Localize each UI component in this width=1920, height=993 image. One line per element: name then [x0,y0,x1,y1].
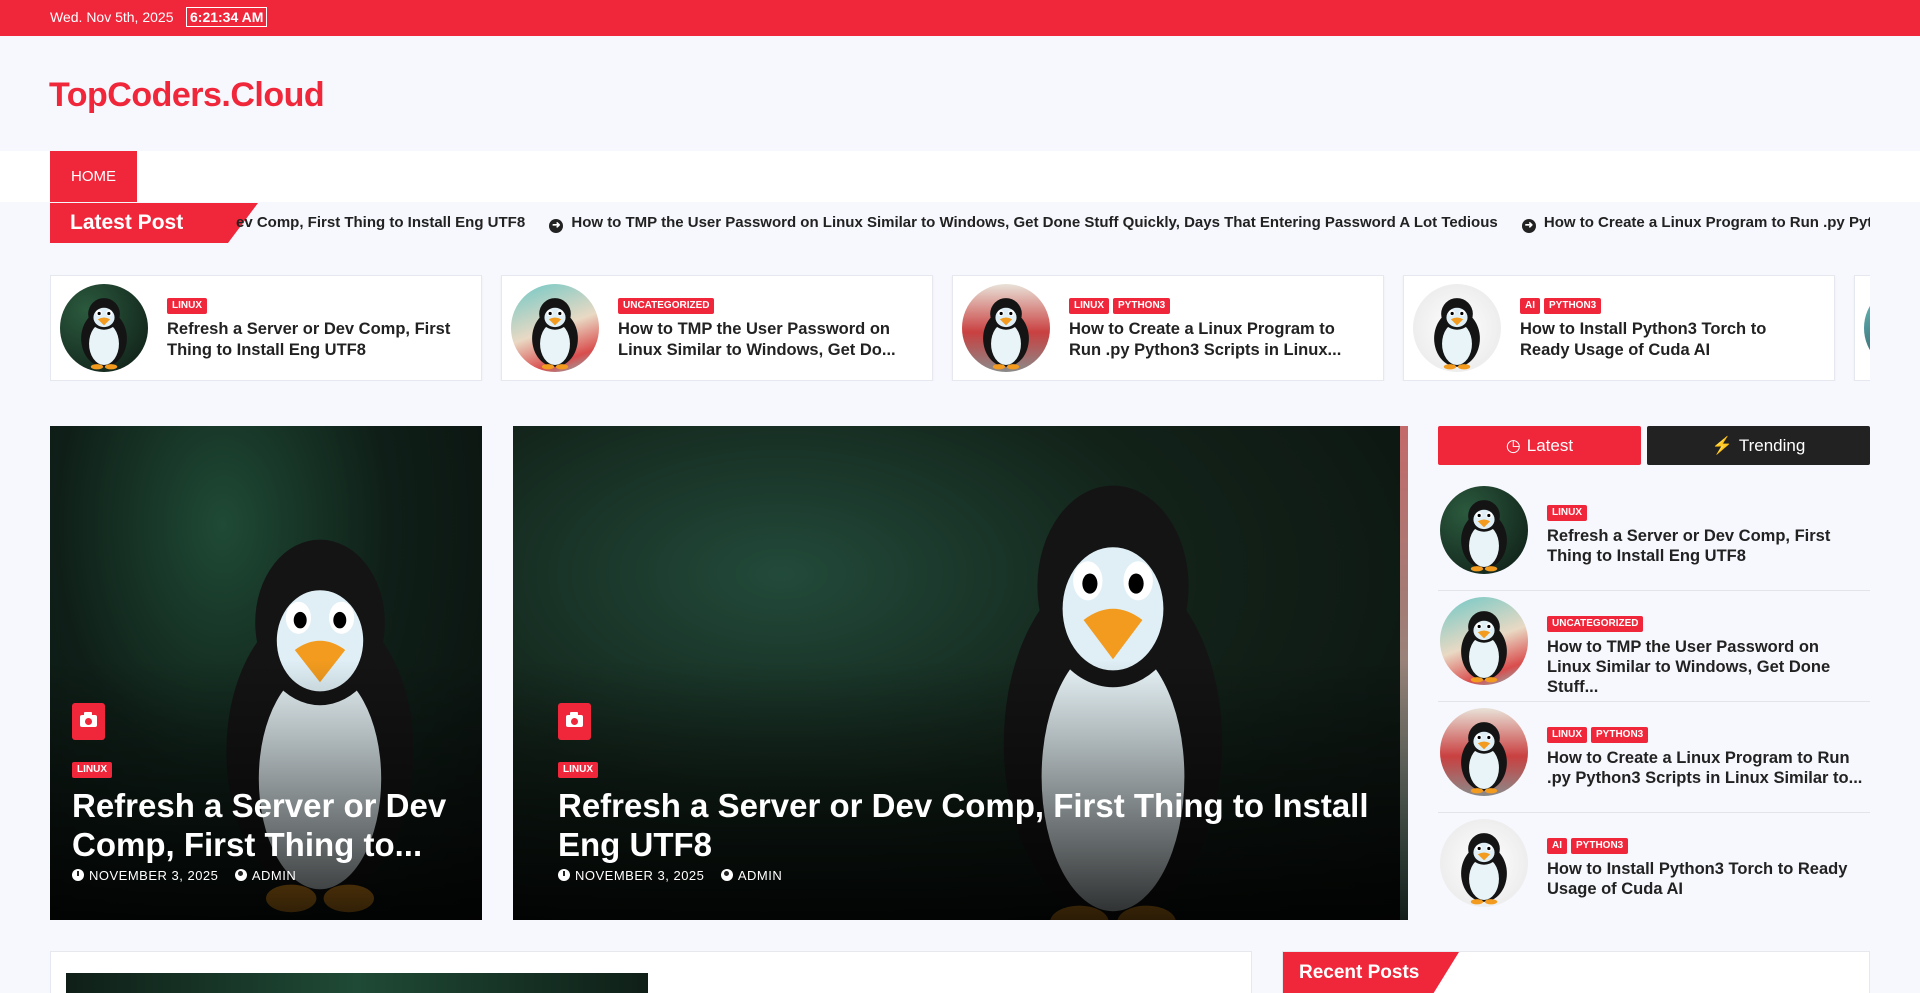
bolt-icon: ⚡ [1711,436,1733,455]
post-date[interactable]: NOVEMBER 3, 2025 [89,868,218,883]
ticker-item[interactable]: ➜ How to TMP the User Password on Linux S… [549,203,1498,243]
ticker-track: ev Comp, First Thing to Install Eng UTF8… [236,203,1870,243]
category-tag[interactable]: LINUX [1547,727,1587,743]
arrow-circle-right-icon: ➜ [1521,219,1536,233]
post-thumbnail[interactable] [1440,597,1528,685]
camera-icon [558,703,591,740]
current-time: 6:21:34 AM [186,7,268,27]
post-card[interactable]: LINUX Refresh a Server or Dev Comp, Firs… [50,275,482,381]
category-tag[interactable]: LINUX [558,762,598,778]
post-title[interactable]: How to TMP the User Password on Linux Si… [618,319,908,361]
ticker-item[interactable]: ev Comp, First Thing to Install Eng UTF8 [236,203,525,243]
post-title[interactable]: How to TMP the User Password on Linux Si… [1547,637,1867,697]
post-thumbnail[interactable] [60,284,148,372]
post-thumbnail[interactable] [1440,486,1528,574]
post-title[interactable]: How to Create a Linux Program to Run .py… [1069,319,1359,361]
post-thumbnail[interactable] [1413,284,1501,372]
category-tag[interactable]: UNCATEGORIZED [618,298,715,314]
post-title[interactable]: How to Install Python3 Torch to Ready Us… [1520,319,1810,361]
post-card[interactable]: UNCATEGORIZED How to TMP the User Passwo… [501,275,933,381]
category-tag[interactable]: AI [1520,298,1540,314]
list-item[interactable]: UNCATEGORIZED How to TMP the User Passwo… [1438,591,1870,702]
category-tag[interactable]: LINUX [1547,505,1587,521]
list-item[interactable]: AI PYTHON3 How to Install Python3 Torch t… [1438,813,1870,924]
camera-icon [72,703,105,740]
ticker-item[interactable]: ➜ How to Create a Linux Program to Run .p… [1521,203,1870,243]
category-tag[interactable]: PYTHON3 [1544,298,1602,314]
category-tag[interactable]: UNCATEGORIZED [1547,616,1644,632]
featured-post-card[interactable]: LINUX Refresh a Server or Dev Comp, Firs… [50,426,482,920]
post-author[interactable]: ADMIN [252,868,296,883]
current-date: Wed. Nov 5th, 2025 [50,9,174,25]
clock-icon [558,869,570,881]
category-tag[interactable]: LINUX [1069,298,1109,314]
list-item[interactable]: LINUX Refresh a Server or Dev Comp, Firs… [1438,480,1870,591]
post-thumbnail[interactable] [1440,708,1528,796]
post-meta: NOVEMBER 3, 2025 ADMIN [558,868,782,883]
sidebar-tabs: ◷ Latest ⚡ Trending [1438,426,1870,465]
user-icon [720,869,733,881]
post-card[interactable]: LINUX PYTHON3 How to Create a Linux Progr… [952,275,1384,381]
clock-icon: ◷ [1505,436,1521,455]
category-tag[interactable]: AI [1547,838,1567,854]
category-tag[interactable]: PYTHON3 [1113,298,1171,314]
post-meta: NOVEMBER 3, 2025 ADMIN [72,868,296,883]
category-tag[interactable]: PYTHON3 [1591,727,1649,743]
post-title[interactable]: Refresh a Server or Dev Comp, First Thin… [167,319,457,361]
tab-latest[interactable]: ◷ Latest [1438,426,1641,465]
nav-home-link[interactable]: HOME [50,151,137,202]
recent-posts-notch [1433,952,1459,993]
recent-posts-widget: Recent Posts [1282,951,1870,993]
category-tag[interactable]: LINUX [72,762,112,778]
post-card[interactable]: AI PYTHON3 How to Install Python3 Torch t… [1403,275,1835,381]
recent-posts-title: Recent Posts [1283,952,1433,993]
site-logo-link[interactable]: TopCoders.Cloud [49,76,325,115]
main-navigation: HOME [0,151,1920,202]
post-title[interactable]: How to Install Python3 Torch to Ready Us… [1547,859,1867,899]
tab-trending[interactable]: ⚡ Trending [1647,426,1870,465]
featured-post-title[interactable]: Refresh a Server or Dev Comp, First Thin… [72,786,472,864]
user-icon [234,869,247,881]
clock-icon [72,869,84,881]
category-tag[interactable]: LINUX [167,298,207,314]
post-date[interactable]: NOVEMBER 3, 2025 [575,868,704,883]
post-thumbnail[interactable] [511,284,599,372]
post-title[interactable]: How to Create a Linux Program to Run .py… [1547,748,1867,788]
featured-post-title[interactable]: Refresh a Server or Dev Comp, First Thin… [558,786,1378,864]
ticker-label: Latest Post [50,203,228,243]
post-thumbnail[interactable] [1440,819,1528,907]
post-carousel-strip: LINUX Refresh a Server or Dev Comp, Firs… [50,275,1870,381]
main-post-card [50,951,1252,993]
list-item[interactable]: LINUX PYTHON3 How to Create a Linux Progr… [1438,702,1870,813]
arrow-circle-right-icon: ➜ [549,219,564,233]
featured-post-card-large[interactable]: LINUX Refresh a Server or Dev Comp, Firs… [513,426,1408,920]
post-thumbnail[interactable] [962,284,1050,372]
post-card[interactable] [1854,275,1870,381]
post-image[interactable] [66,973,648,993]
post-thumbnail[interactable] [1864,284,1870,372]
top-bar: Wed. Nov 5th, 2025 6:21:34 AM [0,0,1920,36]
category-tag[interactable]: PYTHON3 [1571,838,1629,854]
latest-post-ticker: Latest Post ev Comp, First Thing to Inst… [50,203,1870,243]
post-title[interactable]: Refresh a Server or Dev Comp, First Thin… [1547,526,1867,566]
post-author[interactable]: ADMIN [738,868,782,883]
